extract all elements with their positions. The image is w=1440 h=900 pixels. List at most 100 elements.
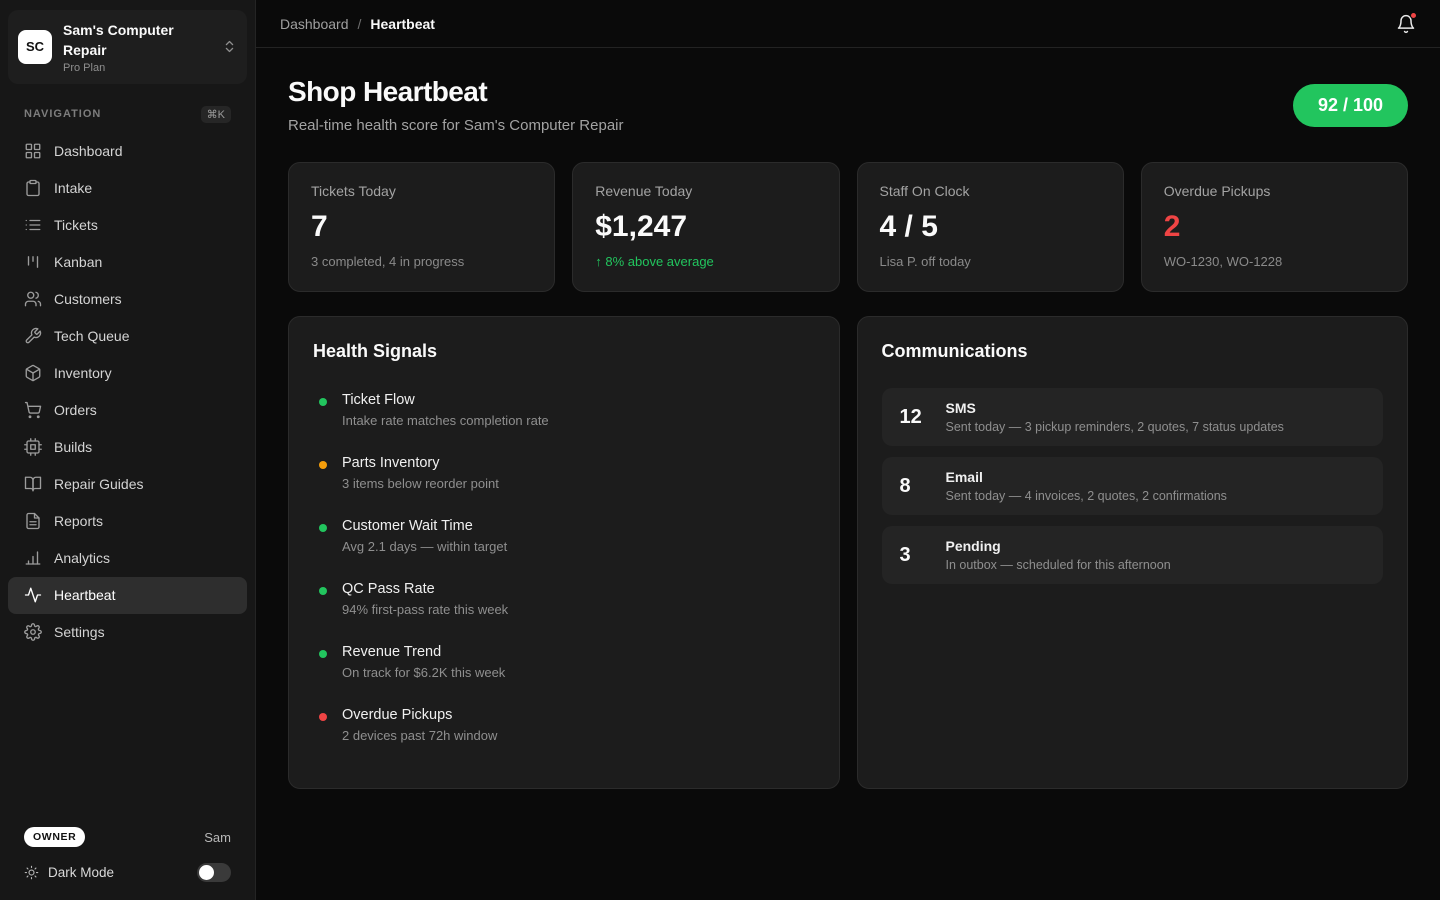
sidebar-item-repair-guides[interactable]: Repair Guides	[8, 466, 247, 503]
owner-role-badge: OWNER	[24, 827, 85, 847]
sidebar-item-dashboard[interactable]: Dashboard	[8, 133, 247, 170]
sidebar-item-label: Repair Guides	[54, 476, 144, 492]
signal-detail: Intake rate matches completion rate	[342, 413, 549, 428]
sidebar-item-label: Tech Queue	[54, 328, 130, 344]
communications-title: Communications	[882, 341, 1384, 362]
status-dot	[319, 650, 327, 658]
status-dot	[319, 461, 327, 469]
dark-mode-toggle[interactable]	[197, 863, 231, 882]
stat-label: Tickets Today	[311, 183, 532, 199]
signal-text: Ticket Flow Intake rate matches completi…	[342, 392, 549, 428]
signal-text: Parts Inventory 3 items below reorder po…	[342, 455, 499, 491]
page-header-text: Shop Heartbeat Real-time health score fo…	[288, 76, 624, 134]
activity-pulse-icon	[24, 586, 42, 604]
signal-detail: Avg 2.1 days — within target	[342, 539, 507, 554]
status-dot	[319, 524, 327, 532]
nav-section-label: NAVIGATION	[24, 108, 101, 120]
sidebar-item-settings[interactable]: Settings	[8, 614, 247, 651]
command-k-shortcut: ⌘K	[201, 106, 231, 123]
breadcrumb-current: Heartbeat	[370, 16, 435, 32]
sidebar-item-intake[interactable]: Intake	[8, 170, 247, 207]
signal-qc-pass-rate: QC Pass Rate 94% first-pass rate this we…	[313, 581, 815, 617]
sidebar-item-kanban[interactable]: Kanban	[8, 244, 247, 281]
sidebar-item-orders[interactable]: Orders	[8, 392, 247, 429]
sidebar-item-inventory[interactable]: Inventory	[8, 355, 247, 392]
sidebar-item-label: Reports	[54, 513, 103, 529]
notification-dot	[1410, 12, 1417, 19]
page-content: Shop Heartbeat Real-time health score fo…	[256, 48, 1440, 817]
comm-detail: Sent today — 4 invoices, 2 quotes, 2 con…	[946, 489, 1227, 503]
stat-card-revenue-today: Revenue Today $1,247 ↑ 8% above average	[572, 162, 839, 292]
clipboard-icon	[24, 179, 42, 197]
signal-revenue-trend: Revenue Trend On track for $6.2K this we…	[313, 644, 815, 680]
stat-label: Staff On Clock	[880, 183, 1101, 199]
signal-parts-inventory: Parts Inventory 3 items below reorder po…	[313, 455, 815, 491]
stat-card-overdue-pickups: Overdue Pickups 2 WO-1230, WO-1228	[1141, 162, 1408, 292]
breadcrumb-separator: /	[358, 16, 362, 32]
signal-detail: On track for $6.2K this week	[342, 665, 505, 680]
stat-card-staff-on-clock: Staff On Clock 4 / 5 Lisa P. off today	[857, 162, 1124, 292]
sidebar-item-heartbeat[interactable]: Heartbeat	[8, 577, 247, 614]
comm-title: SMS	[946, 400, 1284, 416]
comm-row-email: 8 Email Sent today — 4 invoices, 2 quote…	[882, 457, 1384, 515]
sidebar-item-reports[interactable]: Reports	[8, 503, 247, 540]
workspace-switcher[interactable]: SC Sam's Computer Repair Pro Plan	[8, 10, 247, 84]
sidebar-item-label: Tickets	[54, 217, 98, 233]
notifications-bell-button[interactable]	[1396, 14, 1416, 34]
gear-icon	[24, 623, 42, 641]
signal-text: Revenue Trend On track for $6.2K this we…	[342, 644, 505, 680]
communications-list: 12 SMS Sent today — 3 pickup reminders, …	[882, 388, 1384, 584]
comm-title: Email	[946, 469, 1227, 485]
page-subtitle: Real-time health score for Sam's Compute…	[288, 117, 624, 134]
sidebar-item-label: Builds	[54, 439, 92, 455]
book-open-icon	[24, 475, 42, 493]
signal-text: QC Pass Rate 94% first-pass rate this we…	[342, 581, 508, 617]
comm-row-pending: 3 Pending In outbox — scheduled for this…	[882, 526, 1384, 584]
sidebar-nav: Dashboard Intake Tickets Kanban Customer…	[0, 129, 255, 655]
sidebar-item-label: Heartbeat	[54, 587, 115, 603]
signal-title: QC Pass Rate	[342, 581, 508, 597]
stat-value: 2	[1164, 210, 1385, 244]
sidebar: SC Sam's Computer Repair Pro Plan NAVIGA…	[0, 0, 256, 900]
toggle-knob	[199, 865, 214, 880]
health-signals-title: Health Signals	[313, 341, 815, 362]
signal-title: Ticket Flow	[342, 392, 549, 408]
signal-customer-wait-time: Customer Wait Time Avg 2.1 days — within…	[313, 518, 815, 554]
signal-title: Parts Inventory	[342, 455, 499, 471]
status-dot	[319, 713, 327, 721]
comm-count: 8	[900, 475, 926, 498]
workspace-info: Sam's Computer Repair Pro Plan	[63, 20, 211, 74]
shopping-cart-icon	[24, 401, 42, 419]
health-signals-list: Ticket Flow Intake rate matches completi…	[313, 392, 815, 743]
breadcrumb-dashboard[interactable]: Dashboard	[280, 16, 349, 32]
stat-detail: 3 completed, 4 in progress	[311, 254, 532, 269]
workspace-name: Sam's Computer Repair	[63, 20, 211, 61]
bar-chart-icon	[24, 549, 42, 567]
stat-label: Overdue Pickups	[1164, 183, 1385, 199]
sidebar-item-tickets[interactable]: Tickets	[8, 207, 247, 244]
comm-text: SMS Sent today — 3 pickup reminders, 2 q…	[946, 400, 1284, 434]
chevrons-up-down-icon	[222, 39, 237, 54]
comm-detail: Sent today — 3 pickup reminders, 2 quote…	[946, 420, 1284, 434]
stats-row: Tickets Today 7 3 completed, 4 in progre…	[288, 162, 1408, 292]
sidebar-item-builds[interactable]: Builds	[8, 429, 247, 466]
users-icon	[24, 290, 42, 308]
stat-value: 4 / 5	[880, 210, 1101, 244]
stat-card-tickets-today: Tickets Today 7 3 completed, 4 in progre…	[288, 162, 555, 292]
sidebar-item-tech-queue[interactable]: Tech Queue	[8, 318, 247, 355]
signal-detail: 94% first-pass rate this week	[342, 602, 508, 617]
signal-overdue-pickups: Overdue Pickups 2 devices past 72h windo…	[313, 707, 815, 743]
stat-value: $1,247	[595, 210, 816, 244]
signal-title: Overdue Pickups	[342, 707, 497, 723]
sidebar-item-customers[interactable]: Customers	[8, 281, 247, 318]
health-score-badge: 92 / 100	[1293, 84, 1408, 127]
health-signals-panel: Health Signals Ticket Flow Intake rate m…	[288, 316, 840, 789]
signal-title: Revenue Trend	[342, 644, 505, 660]
stat-label: Revenue Today	[595, 183, 816, 199]
sidebar-item-analytics[interactable]: Analytics	[8, 540, 247, 577]
dark-mode-label: Dark Mode	[48, 865, 114, 880]
workspace-avatar: SC	[18, 30, 52, 64]
topbar: Dashboard / Heartbeat	[256, 0, 1440, 48]
sun-icon	[24, 865, 39, 880]
wrench-icon	[24, 327, 42, 345]
